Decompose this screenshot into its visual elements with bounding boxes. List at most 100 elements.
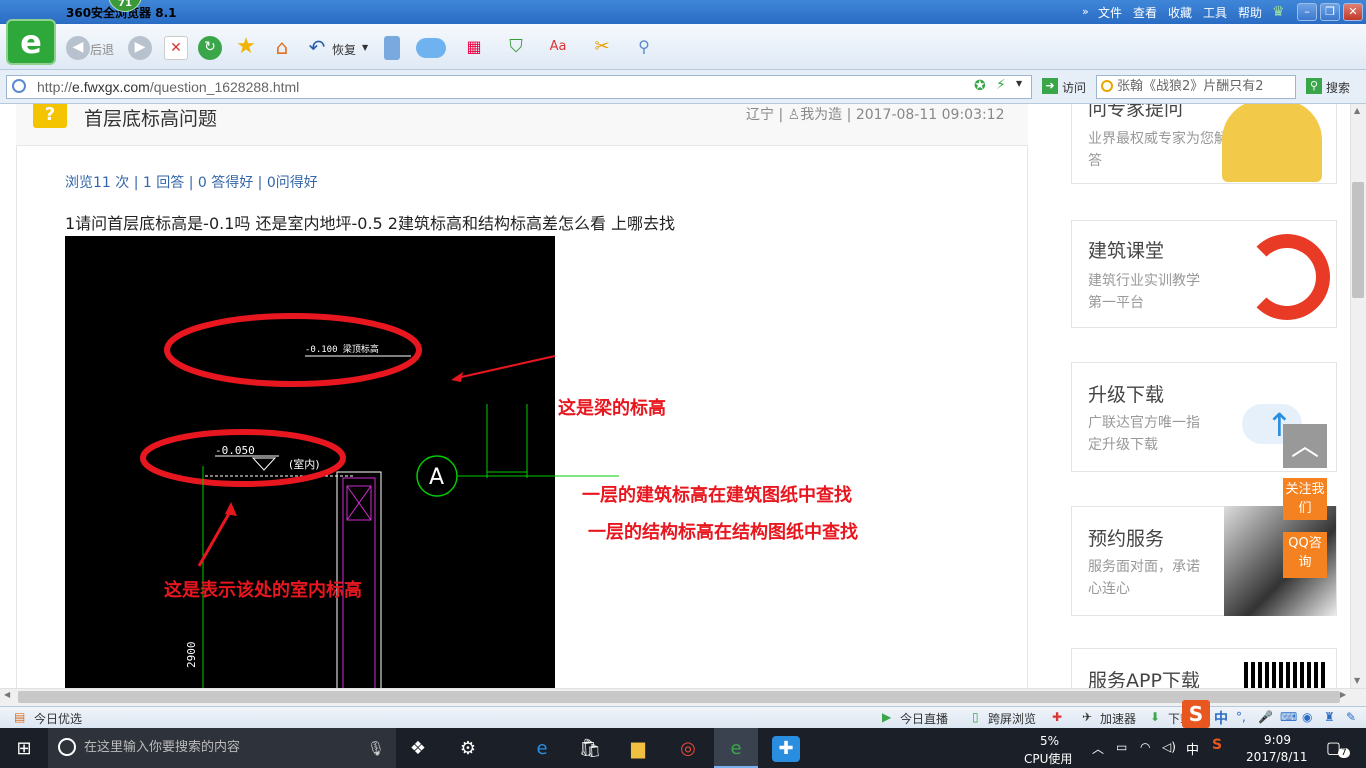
plus-icon[interactable]: ✚ [1052,710,1062,724]
cloud-icon[interactable] [416,38,446,58]
restore-icon[interactable]: ↶ [305,36,329,60]
menu-view[interactable]: 查看 [1133,4,1157,21]
tray-expand-icon[interactable]: ︿ [1092,740,1104,757]
scroll-left-icon[interactable]: ◀ [4,690,10,699]
search-engine-icon[interactable] [1101,80,1113,92]
lightning-icon[interactable]: ⚡ [996,77,1006,93]
today-live[interactable]: 今日直播 [900,710,948,727]
task-view-icon[interactable]: ❖ [404,736,432,762]
speed-dial-icon[interactable]: ✪ [974,78,986,94]
sidebar-desc: 建筑行业实训教学第一平台 [1088,273,1200,311]
file-explorer-icon[interactable]: ▆ [624,736,652,762]
horizontal-scroll-thumb[interactable] [18,691,1340,703]
shirt-icon[interactable]: ♜ [1324,710,1335,724]
edge-icon[interactable]: e [528,736,556,762]
refresh-icon[interactable]: ↻ [198,36,222,60]
screenshot-icon[interactable]: ✂ [590,36,614,60]
page-content: ? 首层底标高问题 辽宁 | ♙我为造 | 2017-08-11 09:03:1… [0,104,1350,688]
restore-label[interactable]: 恢复 [332,41,356,58]
app-icon[interactable]: ⚙ [454,736,482,762]
sidebar-title[interactable]: 升级下载 [1088,380,1164,407]
phone-icon[interactable]: ▯ [972,710,979,724]
battery-icon[interactable]: ▭ [1116,740,1127,754]
app-icon[interactable]: ◎ [674,736,702,762]
browser-task-icon[interactable]: e [722,736,750,762]
apps-icon[interactable]: ▦ [462,36,486,60]
scroll-down-icon[interactable]: ▼ [1354,676,1360,685]
translate-icon[interactable]: Aa [546,36,570,60]
follow-us-button[interactable]: 关注我们 [1283,478,1327,520]
home-icon[interactable]: ⌂ [270,36,294,60]
gift-icon[interactable]: ▤ [14,710,25,724]
shield-icon[interactable]: ⛉ [504,36,528,60]
menu-favorites[interactable]: 收藏 [1168,4,1192,21]
minimize-button[interactable]: – [1297,3,1317,21]
back-to-top-button[interactable]: ︿ [1283,424,1327,468]
menu-help[interactable]: 帮助 [1238,4,1262,21]
back-icon[interactable]: ◀ [66,36,90,60]
download-icon[interactable]: ⬇ [1150,710,1160,724]
vertical-scroll-thumb[interactable] [1352,182,1364,298]
menu-tools[interactable]: 工具 [1203,4,1227,21]
question-stats[interactable]: 浏览11 次 | 1 回答 | 0 答得好 | 0问得好 [65,172,318,192]
today-picks[interactable]: 今日优选 [34,710,82,727]
search-button[interactable]: 搜索 [1326,79,1350,96]
forward-icon[interactable]: ▶ [128,36,152,60]
cross-screen[interactable]: 跨屏浏览 [988,710,1036,727]
punctuation-icon[interactable]: °, [1236,710,1246,724]
mobile-icon[interactable] [384,36,400,60]
menu-file[interactable]: 文件 [1098,4,1122,21]
sidebar-title[interactable]: 预约服务 [1088,524,1164,551]
maximize-button[interactable]: ❐ [1320,3,1340,21]
live-icon[interactable]: ▶ [882,710,891,724]
clock-time[interactable]: 9:09 [1264,733,1291,747]
search-input[interactable]: 张翰《战狼2》片酬只有2 [1096,75,1296,99]
cpu-label: CPU使用 [1024,752,1073,766]
windows-start-icon[interactable]: ⊞ [10,736,38,762]
clock-date[interactable]: 2017/8/11 [1246,750,1308,764]
ime-mode[interactable]: 中 [1214,708,1228,728]
user-icon[interactable]: ◉ [1302,710,1312,724]
store-icon[interactable]: 🛍 [576,736,604,762]
scroll-up-icon[interactable]: ▲ [1354,106,1360,115]
visit-button[interactable]: 访问 [1062,79,1086,96]
restore-dropdown-icon[interactable]: ▼ [362,43,368,52]
question-mark-icon: ? [33,104,67,128]
meta-user[interactable]: 我为造 [800,107,842,123]
cortana-icon[interactable] [58,738,76,756]
microphone-icon[interactable]: 🎙 [362,736,390,762]
close-button[interactable]: ✕ [1343,3,1363,21]
beam-arrow [456,355,556,379]
zoom-icon[interactable]: ⚲ [632,36,656,60]
qq-consult-button[interactable]: QQ咨询 [1283,532,1327,578]
browser-logo-icon[interactable]: e [6,19,56,65]
app-icon[interactable]: ✚ [772,736,800,762]
volume-icon[interactable]: ◁) [1162,740,1176,754]
search-icon[interactable]: ⚲ [1306,78,1322,94]
ime-indicator[interactable]: 中 [1186,739,1199,758]
floor-level-text: -0.050 [215,444,255,457]
sogou-tray-icon[interactable]: S [1212,737,1222,753]
back-label[interactable]: 后退 [90,41,114,58]
qr-code-icon [1244,662,1326,688]
stop-icon[interactable]: ✕ [164,36,188,60]
taskbar-search-input[interactable]: 在这里输入你要搜索的内容 [48,728,396,768]
go-icon[interactable]: ➜ [1042,78,1058,94]
sidebar-title[interactable]: 服务APP下载 [1088,666,1200,688]
accelerator-icon[interactable]: ✈ [1082,710,1092,724]
sogou-ime-icon[interactable]: S [1182,700,1210,728]
sidebar-title[interactable]: 建筑课堂 [1088,236,1164,263]
keyboard-icon[interactable]: ⌨ [1280,710,1297,724]
scroll-right-icon[interactable]: ▶ [1340,690,1346,699]
menu-overflow-icon[interactable]: » [1082,5,1089,18]
wrench-icon[interactable]: ✎ [1346,710,1356,724]
wifi-icon[interactable]: ◠ [1140,740,1150,754]
floor-arrow [197,509,233,567]
accelerator[interactable]: 加速器 [1100,710,1136,727]
sidebar-title[interactable]: 问专家提问 [1088,104,1183,121]
skin-icon[interactable]: ♛ [1272,4,1285,20]
favorite-star-icon[interactable]: ★ [234,36,258,60]
mic-icon[interactable]: 🎤 [1258,710,1273,724]
url-input[interactable]: http://e.fwxgx.com/question_1628288.html [6,75,1032,99]
address-dropdown-icon[interactable]: ▼ [1016,79,1022,88]
